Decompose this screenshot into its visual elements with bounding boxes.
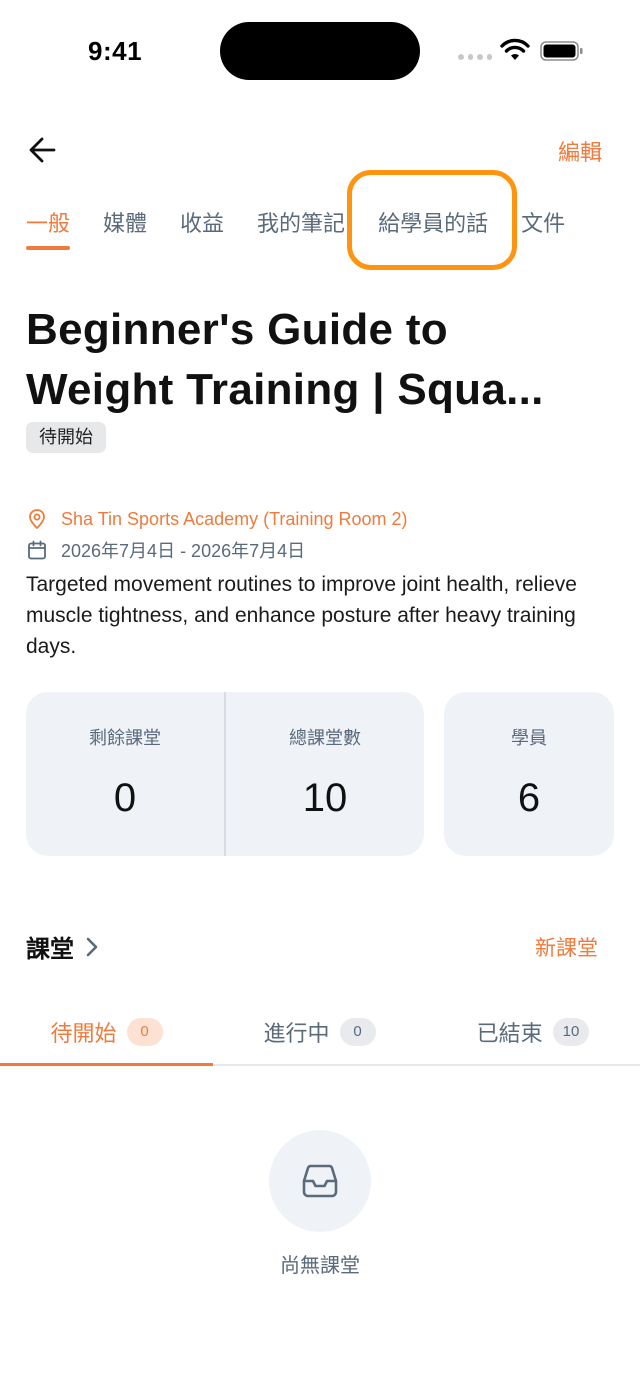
course-description: Targeted movement routines to improve jo… <box>26 573 577 658</box>
stat-students-value: 6 <box>517 776 541 820</box>
tab-documents[interactable]: 文件 <box>521 206 565 252</box>
wifi-icon <box>500 38 530 60</box>
sessions-title: 課堂 <box>26 936 74 963</box>
session-tab-label: 進行中 <box>263 1021 330 1046</box>
edit-button[interactable]: 編輯 <box>558 135 602 167</box>
stat-students-label: 學員 <box>511 728 547 748</box>
calendar-icon <box>28 540 46 560</box>
tab-my-notes[interactable]: 我的筆記 <box>257 206 345 252</box>
stat-remaining: 剩餘課堂 0 <box>26 692 224 856</box>
location-row[interactable]: Sha Tin Sports Academy (Training Room 2) <box>26 508 407 530</box>
signal-icon <box>458 54 492 60</box>
empty-state-text: 尚無課堂 <box>280 1255 360 1277</box>
stat-total: 總課堂數 10 <box>226 692 424 856</box>
status-time: 9:41 <box>88 36 143 66</box>
status-badge: 待開始 <box>26 422 106 453</box>
inbox-icon <box>302 1164 338 1198</box>
back-button[interactable] <box>22 130 66 170</box>
date-range-text: 2026年7月4日 - 2026年7月4日 <box>61 541 306 561</box>
sessions-section-link[interactable]: 課堂 <box>26 929 100 964</box>
location-text: Sha Tin Sports Academy (Training Room 2) <box>61 508 408 529</box>
new-session-button[interactable]: 新課堂 <box>535 932 598 962</box>
tab-media[interactable]: 媒體 <box>103 206 147 252</box>
tab-general[interactable]: 一般 <box>26 206 71 252</box>
session-count-badge: 0 <box>126 1018 163 1046</box>
stats-card: 剩餘課堂 0 總課堂數 10 <box>26 692 424 856</box>
session-count-badge: 10 <box>552 1018 590 1046</box>
course-tabs: 一般 媒體 收益 我的筆記 給學員的話 文件 <box>26 206 598 256</box>
battery-icon <box>540 41 583 61</box>
session-tab-ended[interactable]: 已結束 10 <box>426 1000 640 1064</box>
back-arrow-icon <box>29 137 56 163</box>
session-tab-label: 已結束 <box>476 1021 543 1046</box>
location-pin-icon <box>29 509 45 529</box>
session-tab-label: 待開始 <box>50 1021 117 1046</box>
empty-state-icon-wrapper <box>269 1130 371 1232</box>
session-count-badge: 0 <box>339 1018 376 1046</box>
session-tab-upcoming[interactable]: 待開始 0 <box>0 1000 213 1066</box>
stat-total-label: 總課堂數 <box>289 728 361 748</box>
stat-remaining-label: 剩餘課堂 <box>89 728 161 748</box>
stat-students[interactable]: 學員 6 <box>444 692 614 856</box>
status-bar: 9:41 <box>0 0 640 100</box>
tab-message-to-students[interactable]: 給學員的話 <box>378 206 488 252</box>
session-tab-in-progress[interactable]: 進行中 0 <box>213 1000 426 1064</box>
course-title-line-1: Beginner's Guide to <box>26 305 448 354</box>
course-title: Beginner's Guide to Weight Training | Sq… <box>26 300 616 420</box>
course-title-line-2: Weight Training | Squa... <box>26 365 544 414</box>
date-row: 2026年7月4日 - 2026年7月4日 <box>26 537 305 563</box>
stat-total-value: 10 <box>302 776 348 820</box>
chevron-right-icon <box>86 937 98 956</box>
session-tabs: 待開始 0 進行中 0 已結束 10 <box>0 1000 640 1066</box>
tab-revenue[interactable]: 收益 <box>180 206 224 252</box>
dynamic-island <box>220 22 420 80</box>
stat-remaining-value: 0 <box>113 776 137 820</box>
